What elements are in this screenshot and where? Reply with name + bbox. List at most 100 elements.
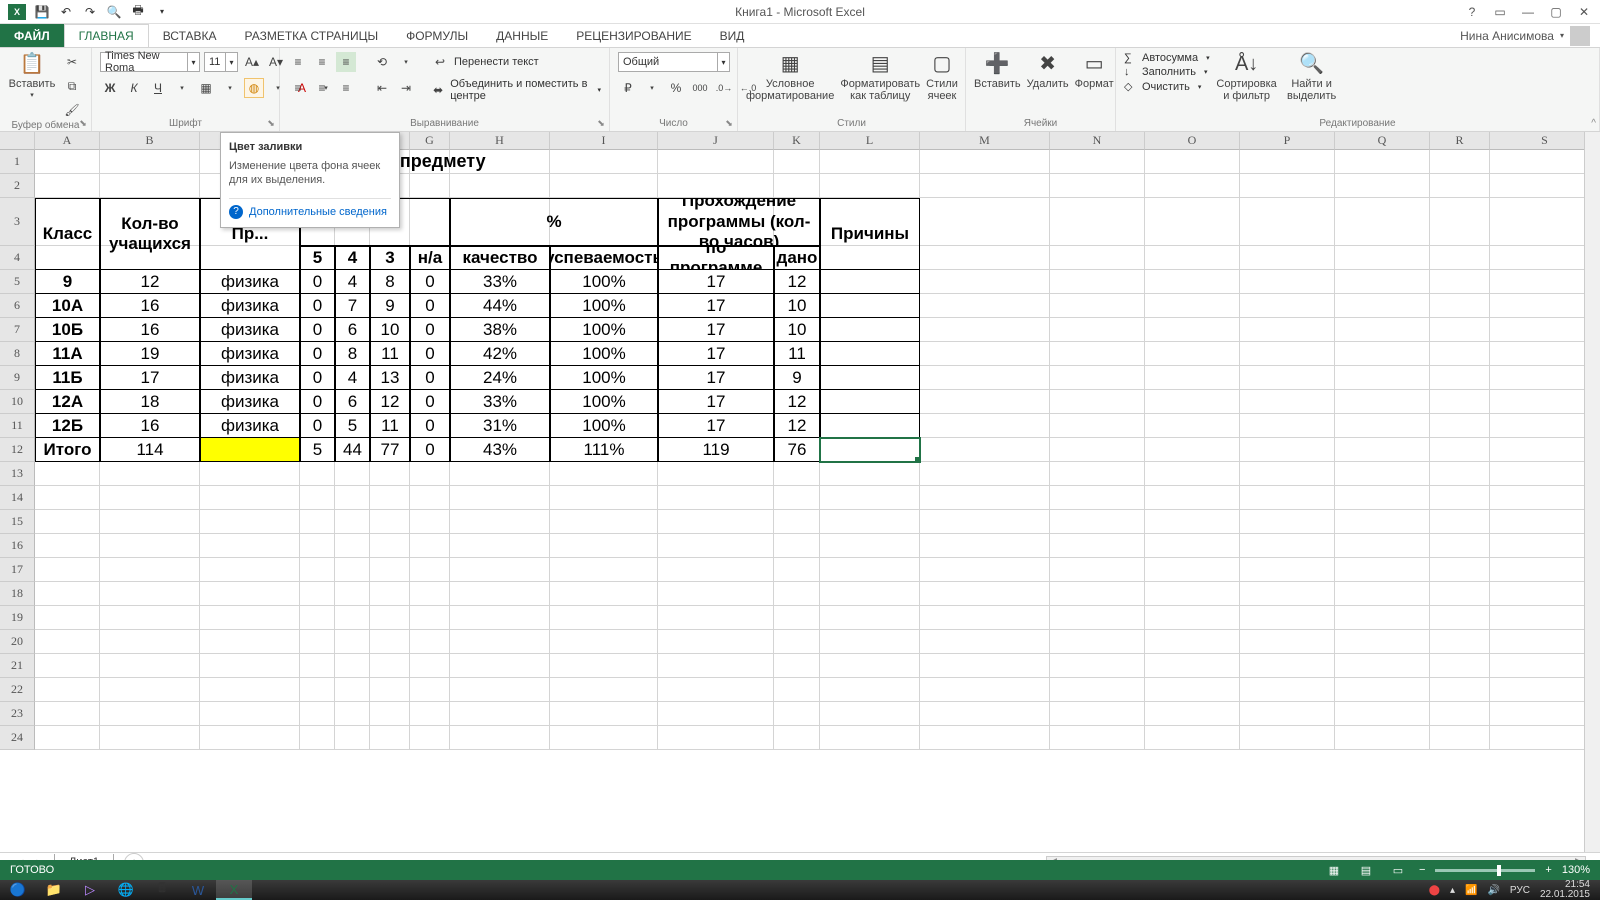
cell[interactable]	[100, 726, 200, 750]
cell[interactable]	[1335, 606, 1430, 630]
row-header[interactable]: 10	[0, 390, 35, 414]
row-header[interactable]: 18	[0, 582, 35, 606]
table-cell[interactable]: 6	[335, 318, 370, 342]
cell[interactable]	[1145, 366, 1240, 390]
cell[interactable]	[1240, 438, 1335, 462]
cell[interactable]	[410, 582, 450, 606]
table-cell[interactable]: 0	[410, 414, 450, 438]
cell[interactable]	[100, 174, 200, 198]
cell[interactable]	[920, 606, 1050, 630]
cell[interactable]	[658, 558, 774, 582]
cell[interactable]	[820, 678, 920, 702]
cell[interactable]	[658, 630, 774, 654]
cell[interactable]	[1145, 198, 1240, 246]
cell[interactable]	[658, 510, 774, 534]
tab-home[interactable]: ГЛАВНАЯ	[64, 24, 149, 47]
cell[interactable]	[370, 606, 410, 630]
cell[interactable]	[774, 150, 820, 174]
cell[interactable]	[1145, 702, 1240, 726]
cell[interactable]	[200, 510, 300, 534]
bold-button[interactable]: Ж	[100, 78, 120, 98]
cell[interactable]	[820, 534, 920, 558]
cell[interactable]	[410, 174, 450, 198]
cell[interactable]	[820, 486, 920, 510]
cell[interactable]	[920, 342, 1050, 366]
cell[interactable]	[1430, 246, 1490, 270]
cell[interactable]	[410, 462, 450, 486]
cell[interactable]	[300, 558, 335, 582]
cell[interactable]	[920, 678, 1050, 702]
cell[interactable]	[1145, 462, 1240, 486]
insert-cells-button[interactable]: ➕Вставить	[974, 52, 1021, 90]
selected-cell[interactable]	[820, 438, 920, 462]
cell[interactable]	[774, 558, 820, 582]
cell[interactable]	[300, 606, 335, 630]
cell[interactable]	[1145, 582, 1240, 606]
cell[interactable]	[1335, 654, 1430, 678]
cell[interactable]	[35, 510, 100, 534]
table-cell[interactable]: 17	[100, 366, 200, 390]
table-cell[interactable]: 17	[658, 294, 774, 318]
table-total-cell[interactable]: 77	[370, 438, 410, 462]
table-cell[interactable]: 9	[370, 294, 410, 318]
cell[interactable]	[100, 510, 200, 534]
cell[interactable]	[300, 510, 335, 534]
cell[interactable]	[550, 606, 658, 630]
cell[interactable]	[450, 534, 550, 558]
cell[interactable]	[1430, 366, 1490, 390]
cell[interactable]	[200, 558, 300, 582]
cell[interactable]	[335, 582, 370, 606]
cell[interactable]	[1240, 582, 1335, 606]
cell[interactable]	[100, 150, 200, 174]
excel-taskbar-icon[interactable]: X	[216, 880, 252, 900]
cell[interactable]	[1145, 630, 1240, 654]
cell[interactable]	[300, 630, 335, 654]
cell[interactable]	[774, 510, 820, 534]
borders-icon[interactable]: ▦	[196, 78, 216, 98]
cell[interactable]	[35, 486, 100, 510]
table-cell[interactable]: 11	[370, 342, 410, 366]
cell[interactable]	[335, 702, 370, 726]
row-header[interactable]: 15	[0, 510, 35, 534]
cell[interactable]	[335, 606, 370, 630]
zoom-level[interactable]: 130%	[1562, 864, 1590, 876]
cell[interactable]	[1050, 390, 1145, 414]
tab-file[interactable]: ФАЙЛ	[0, 24, 64, 47]
table-cell[interactable]: 0	[410, 294, 450, 318]
table-cell[interactable]: 5	[335, 414, 370, 438]
cell[interactable]	[820, 558, 920, 582]
cell[interactable]	[1240, 678, 1335, 702]
table-cell[interactable]: 17	[658, 342, 774, 366]
tooltip-help-link[interactable]: ? Дополнительные сведения	[229, 198, 391, 219]
cell[interactable]	[370, 582, 410, 606]
tab-insert[interactable]: ВСТАВКА	[149, 24, 231, 47]
tab-formulas[interactable]: ФОРМУЛЫ	[392, 24, 482, 47]
table-cell[interactable]: 0	[410, 390, 450, 414]
cell[interactable]	[820, 174, 920, 198]
cell[interactable]	[1050, 630, 1145, 654]
cell[interactable]	[920, 726, 1050, 750]
calc-icon[interactable]: 🖩	[144, 880, 180, 900]
table-total-cell[interactable]: 43%	[450, 438, 550, 462]
autosum-button[interactable]: ∑Автосумма▾	[1124, 52, 1210, 64]
cell[interactable]	[35, 606, 100, 630]
cell[interactable]	[300, 582, 335, 606]
cell[interactable]	[1240, 702, 1335, 726]
cell[interactable]	[200, 462, 300, 486]
row-header[interactable]: 16	[0, 534, 35, 558]
table-header[interactable]: Прохождение программы (кол-во часов)	[658, 198, 820, 246]
cell[interactable]	[920, 702, 1050, 726]
increase-indent-icon[interactable]: ⇥	[396, 78, 416, 98]
cell[interactable]	[774, 678, 820, 702]
tab-review[interactable]: РЕЦЕНЗИРОВАНИЕ	[562, 24, 705, 47]
cell[interactable]	[100, 702, 200, 726]
table-cell[interactable]: 10Б	[35, 318, 100, 342]
cell[interactable]	[100, 462, 200, 486]
cell[interactable]	[335, 462, 370, 486]
cell[interactable]	[1240, 654, 1335, 678]
table-cell[interactable]: 13	[370, 366, 410, 390]
cell[interactable]	[1145, 246, 1240, 270]
view-break-icon[interactable]: ▭	[1387, 862, 1409, 878]
save-icon[interactable]: 💾	[34, 4, 50, 20]
clipboard-launcher-icon[interactable]: ⬊	[77, 117, 89, 129]
